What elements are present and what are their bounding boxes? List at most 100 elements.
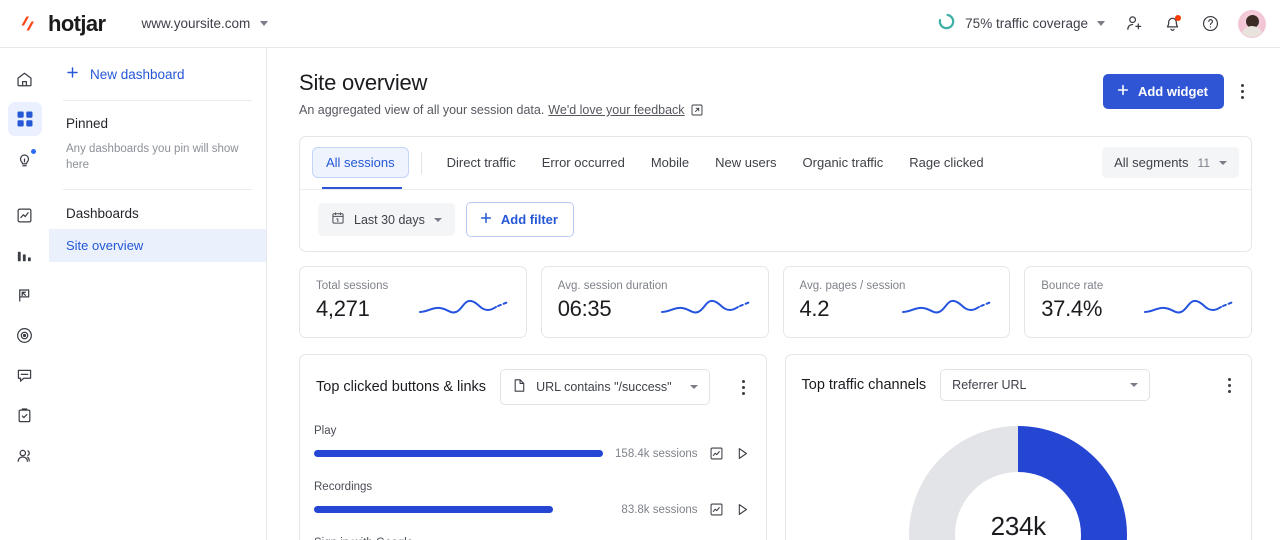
widget-title: Top clicked buttons & links bbox=[316, 379, 487, 395]
invite-user-button[interactable] bbox=[1117, 7, 1151, 41]
tab-new-users[interactable]: New users bbox=[702, 148, 789, 177]
sidebar-item-highlights[interactable] bbox=[8, 142, 42, 176]
play-recording-icon[interactable] bbox=[735, 446, 750, 461]
bar-label: Recordings bbox=[314, 481, 373, 493]
site-selector[interactable]: www.yoursite.com bbox=[142, 16, 269, 31]
widget-top-traffic-channels: Top traffic channels Referrer URL 234k bbox=[784, 354, 1252, 540]
site-name: www.yoursite.com bbox=[141, 16, 251, 31]
widget-title: Top traffic channels bbox=[801, 377, 927, 393]
brand-logo[interactable]: hotjar bbox=[18, 11, 106, 37]
icon-rail bbox=[0, 48, 49, 540]
chevron-down-icon bbox=[1097, 21, 1105, 26]
new-dashboard-label: New dashboard bbox=[90, 66, 185, 82]
kpi-label: Bounce rate bbox=[1041, 280, 1104, 292]
kpi-label: Avg. pages / session bbox=[799, 280, 906, 292]
kpi-card-avg-session-duration[interactable]: Avg. session duration 06:35 bbox=[540, 266, 769, 338]
external-link-icon[interactable] bbox=[691, 104, 703, 116]
sparkline-chart bbox=[1143, 294, 1235, 320]
top-bar-actions: 75% traffic coverage bbox=[929, 7, 1266, 41]
top-bar: hotjar www.yoursite.com 75% traffic cove… bbox=[0, 0, 1280, 48]
avatar[interactable] bbox=[1238, 9, 1266, 38]
filters-row: Last 30 days Add filter bbox=[300, 189, 1251, 251]
tab-direct-traffic[interactable]: Direct traffic bbox=[434, 148, 529, 177]
bar-track bbox=[314, 506, 609, 513]
traffic-coverage-selector[interactable]: 75% traffic coverage bbox=[929, 7, 1113, 41]
plus-icon bbox=[65, 65, 80, 83]
date-range-selector[interactable]: Last 30 days bbox=[318, 203, 455, 236]
widget-more-options-button[interactable] bbox=[1219, 374, 1239, 397]
all-segments-selector[interactable]: All segments 11 bbox=[1102, 147, 1239, 178]
page-header-actions: Add widget bbox=[1102, 70, 1252, 109]
dashboards-heading: Dashboards bbox=[66, 206, 139, 222]
kpi-card-total-sessions[interactable]: Total sessions 4,271 bbox=[299, 266, 527, 338]
feedback-link[interactable]: We'd love your feedback bbox=[548, 103, 684, 117]
bar-meta: 83.8k sessions bbox=[621, 502, 749, 517]
sidebar-item-heatmaps[interactable] bbox=[8, 318, 42, 352]
tab-organic-traffic[interactable]: Organic traffic bbox=[790, 148, 897, 177]
kebab-dot bbox=[1240, 84, 1244, 87]
coverage-ring-icon bbox=[937, 12, 956, 36]
list-item[interactable]: Recordings 83.8k sessions bbox=[314, 481, 750, 517]
sidebar-item-site-overview[interactable]: Site overview bbox=[49, 229, 266, 263]
coverage-label: 75% traffic coverage bbox=[965, 16, 1088, 31]
tab-rage-clicked[interactable]: Rage clicked bbox=[896, 148, 996, 177]
chevron-down-icon bbox=[1130, 383, 1139, 387]
bar-fill bbox=[314, 450, 604, 457]
kpi-card-bounce-rate[interactable]: Bounce rate 37.4% bbox=[1024, 266, 1252, 338]
list-item[interactable]: Play 158.4k sessions bbox=[314, 425, 750, 461]
bar-label: Play bbox=[314, 425, 337, 437]
sidebar-item-recordings[interactable] bbox=[8, 358, 42, 392]
tab-label: All sessions bbox=[326, 155, 395, 170]
app-body: New dashboard Pinned Any dashboards you … bbox=[0, 48, 1280, 540]
donut-chart: 234k www.google.com/ bbox=[786, 415, 1252, 540]
kebab-dot bbox=[742, 391, 745, 395]
kpi-value: 06:35 bbox=[557, 295, 612, 321]
new-dashboard-button[interactable]: New dashboard bbox=[49, 48, 266, 100]
sidebar-item-journeys[interactable] bbox=[8, 278, 42, 312]
page-title: Site overview bbox=[299, 70, 428, 95]
sidebar-item-users[interactable] bbox=[8, 438, 42, 472]
main-content: Site overview An aggregated view of all … bbox=[267, 48, 1280, 540]
kpi-body: 4.2 bbox=[800, 294, 994, 322]
widget-row: Top clicked buttons & links URL contains… bbox=[299, 354, 1252, 540]
help-button[interactable] bbox=[1193, 7, 1227, 41]
referrer-value: Referrer URL bbox=[952, 378, 1027, 392]
date-range-label: Last 30 days bbox=[354, 212, 425, 227]
kpi-body: 4,271 bbox=[316, 294, 510, 322]
plus-icon bbox=[1116, 83, 1130, 100]
tab-mobile[interactable]: Mobile bbox=[638, 148, 702, 177]
view-heatmap-icon[interactable] bbox=[709, 446, 724, 461]
kebab-dot bbox=[1227, 389, 1231, 393]
dashboard-more-options-button[interactable] bbox=[1232, 80, 1252, 103]
active-tab-underline bbox=[322, 187, 402, 189]
donut-svg bbox=[909, 426, 1128, 540]
kpi-row: Total sessions 4,271 Avg. session durati… bbox=[299, 266, 1252, 338]
bar-count: 158.4k sessions bbox=[615, 447, 698, 460]
dashboards-sidebar: New dashboard Pinned Any dashboards you … bbox=[49, 48, 267, 540]
tab-error-occurred[interactable]: Error occurred bbox=[529, 148, 638, 177]
add-filter-label: Add filter bbox=[500, 212, 558, 227]
page-header-text: Site overview An aggregated view of all … bbox=[299, 70, 703, 117]
widget-more-options-button[interactable] bbox=[734, 376, 754, 399]
notifications-button[interactable] bbox=[1155, 7, 1189, 41]
url-filter-selector[interactable]: URL contains "/success" bbox=[500, 369, 711, 405]
play-recording-icon[interactable] bbox=[735, 502, 750, 517]
sparkline-chart bbox=[660, 294, 752, 320]
sidebar-item-funnels[interactable] bbox=[8, 238, 42, 272]
sidebar-item-home[interactable] bbox=[8, 62, 42, 96]
kpi-body: 06:35 bbox=[558, 294, 752, 322]
sidebar-item-dashboards[interactable] bbox=[7, 102, 42, 136]
kpi-value: 4,271 bbox=[316, 295, 370, 321]
kebab-dot bbox=[1227, 377, 1231, 381]
view-heatmap-icon[interactable] bbox=[709, 502, 724, 517]
add-filter-button[interactable]: Add filter bbox=[465, 202, 574, 237]
sidebar-item-trends[interactable] bbox=[8, 198, 42, 232]
avatar-body bbox=[1241, 25, 1263, 37]
sparkline-chart bbox=[418, 294, 510, 320]
tab-all-sessions[interactable]: All sessions bbox=[312, 147, 409, 178]
referrer-selector[interactable]: Referrer URL bbox=[940, 369, 1151, 401]
add-widget-button[interactable]: Add widget bbox=[1102, 74, 1224, 109]
kpi-card-avg-pages-per-session[interactable]: Avg. pages / session 4.2 bbox=[782, 266, 1011, 338]
sidebar-item-surveys[interactable] bbox=[8, 398, 42, 432]
brand-name: hotjar bbox=[48, 10, 106, 36]
